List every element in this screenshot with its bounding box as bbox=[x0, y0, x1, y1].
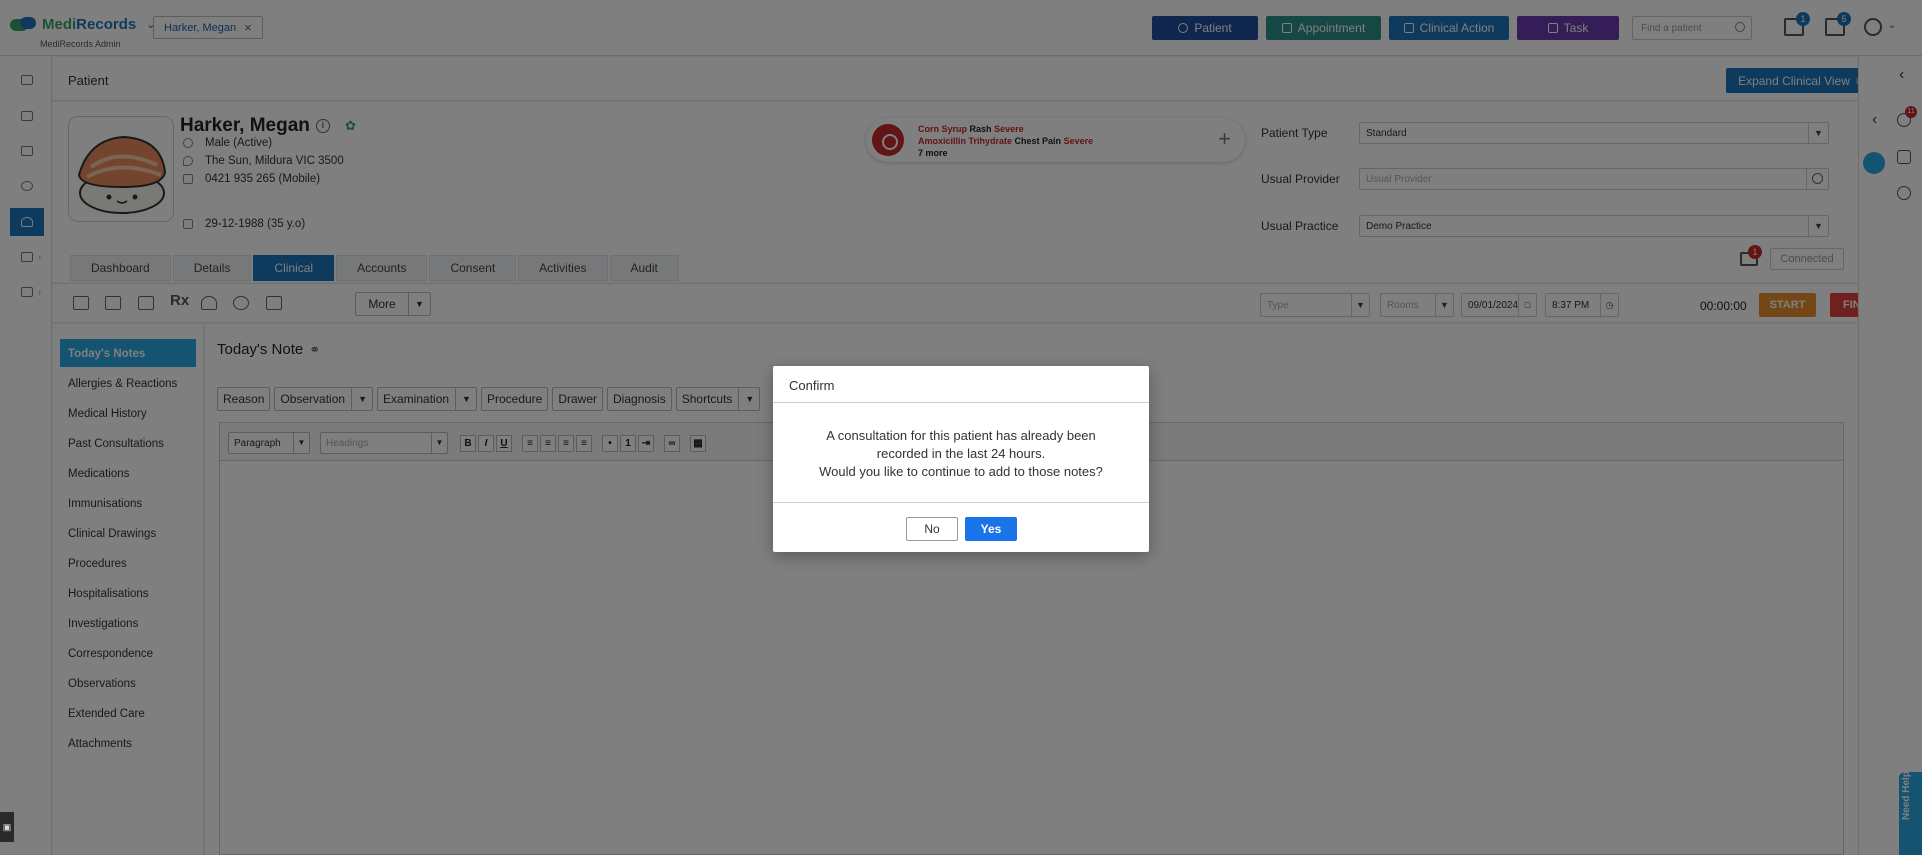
dialog-message-line: Would you like to continue to add to tho… bbox=[819, 464, 1103, 479]
dialog-title: Confirm bbox=[773, 366, 1149, 403]
dialog-message-line: recorded in the last 24 hours. bbox=[876, 446, 1046, 461]
dialog-message-line: A consultation for this patient has alre… bbox=[826, 428, 1096, 443]
no-button[interactable]: No bbox=[906, 517, 958, 541]
side-tab-icon[interactable]: ▣ bbox=[0, 812, 14, 842]
confirm-dialog: Confirm A consultation for this patient … bbox=[773, 366, 1149, 552]
yes-button[interactable]: Yes bbox=[965, 517, 1017, 541]
dialog-message: A consultation for this patient has alre… bbox=[773, 403, 1149, 503]
